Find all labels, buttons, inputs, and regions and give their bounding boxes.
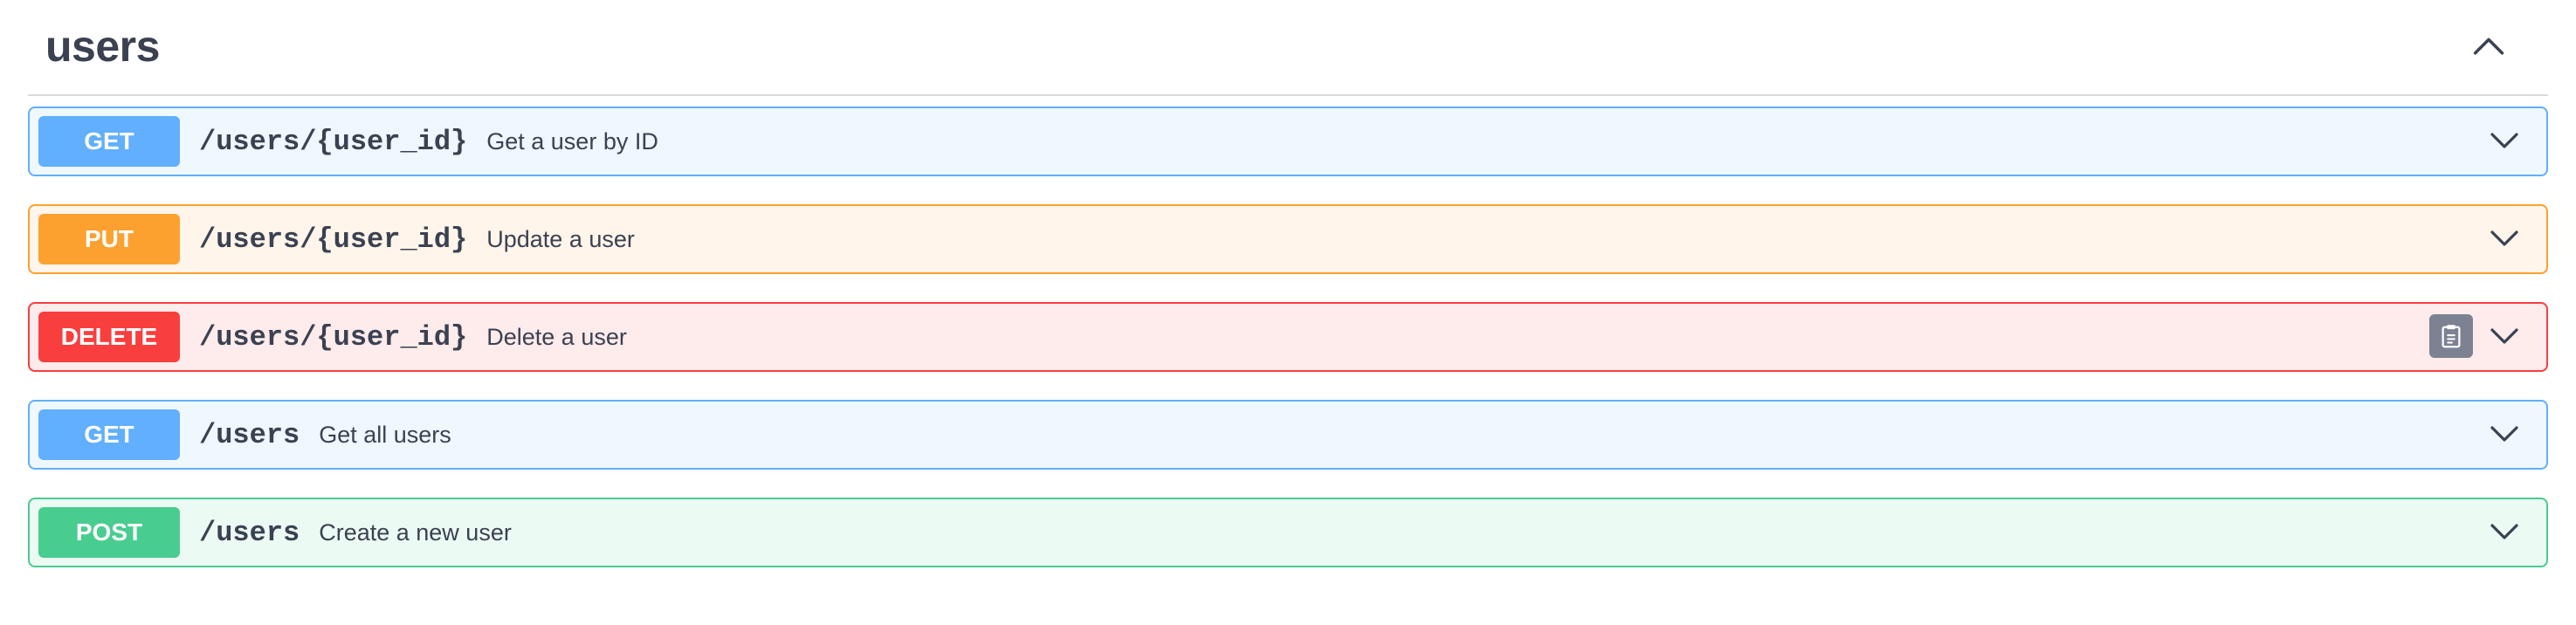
operation-get-user-by-id[interactable]: GET /users/{user_id} Get a user by ID [28, 106, 2548, 176]
operation-path: /users/{user_id} [199, 320, 468, 354]
chevron-up-icon[interactable] [2469, 26, 2508, 65]
method-badge: PUT [38, 214, 180, 264]
operation-get-all-users[interactable]: GET /users Get all users [28, 400, 2548, 470]
users-tag-section: users GET /users/{user_id} Get a user by… [28, 0, 2548, 567]
operation-create-user[interactable]: POST /users Create a new user [28, 498, 2548, 567]
method-badge: POST [38, 507, 180, 558]
operation-summary: Create a new user [319, 519, 512, 546]
operation-summary: Delete a user [486, 323, 627, 350]
copy-to-clipboard-button[interactable] [2429, 314, 2473, 358]
clipboard-copy-icon [2442, 325, 2461, 348]
operation-summary: Get a user by ID [486, 127, 658, 155]
chevron-down-icon[interactable] [2487, 319, 2522, 354]
method-badge: GET [38, 116, 180, 167]
tag-header[interactable]: users [28, 0, 2548, 96]
operation-update-user[interactable]: PUT /users/{user_id} Update a user [28, 204, 2548, 274]
operation-path: /users [199, 516, 300, 549]
chevron-down-icon[interactable] [2487, 124, 2522, 159]
operation-path: /users/{user_id} [199, 223, 468, 256]
operation-summary: Get all users [319, 421, 451, 448]
chevron-down-icon[interactable] [2487, 222, 2522, 257]
tag-title: users [45, 22, 160, 71]
operation-delete-user[interactable]: DELETE /users/{user_id} Delete a user [28, 302, 2548, 372]
operation-path: /users [199, 418, 300, 451]
method-badge: DELETE [38, 312, 180, 362]
chevron-down-icon[interactable] [2487, 417, 2522, 452]
method-badge: GET [38, 409, 180, 460]
operation-path: /users/{user_id} [199, 125, 468, 158]
operation-summary: Update a user [486, 225, 635, 252]
chevron-down-icon[interactable] [2487, 515, 2522, 550]
